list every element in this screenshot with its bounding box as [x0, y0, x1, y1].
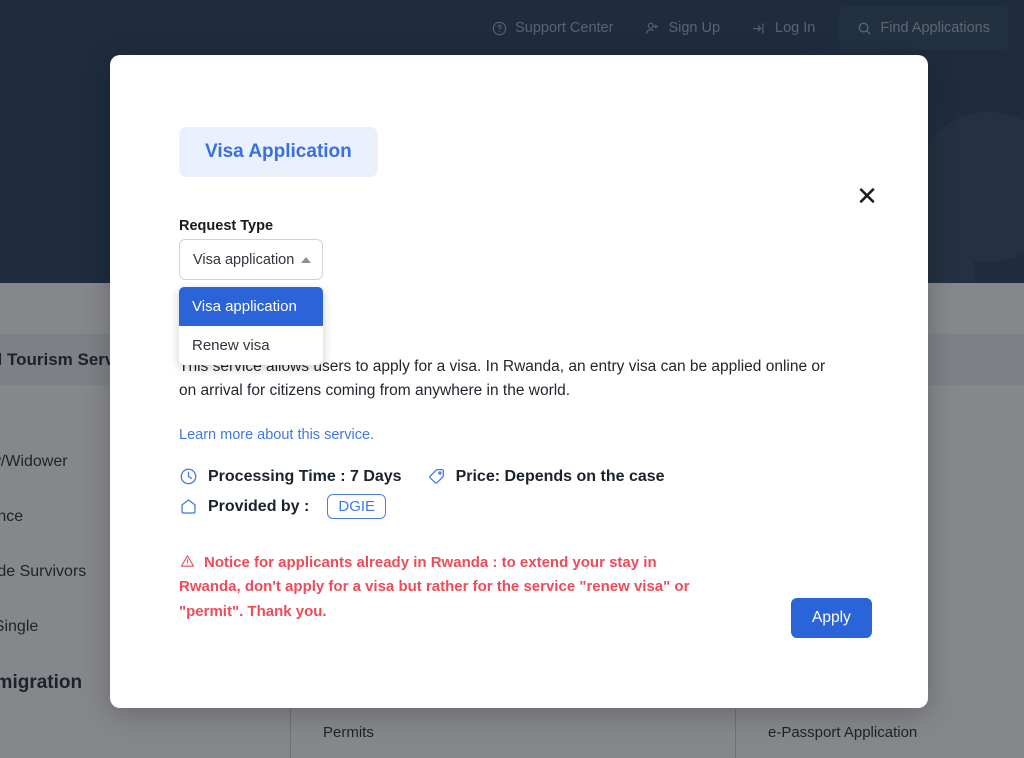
- request-type-label: Request Type: [179, 218, 273, 234]
- request-type-selected-value: Visa application: [193, 252, 294, 268]
- chevron-up-icon: [301, 257, 311, 263]
- clock-icon: [179, 467, 198, 486]
- home-icon: [179, 497, 198, 516]
- applicant-notice: Notice for applicants already in Rwanda …: [179, 551, 699, 624]
- applicant-notice-text: Notice for applicants already in Rwanda …: [179, 554, 689, 620]
- learn-more-link[interactable]: Learn more about this service.: [179, 427, 374, 443]
- modal-title-badge: Visa Application: [179, 127, 378, 177]
- close-icon[interactable]: ✕: [852, 181, 882, 211]
- visa-application-modal: Visa Application ✕ Request Type Visa app…: [110, 55, 928, 708]
- provider-badge[interactable]: DGIE: [327, 494, 386, 519]
- dropdown-option-renew-visa[interactable]: Renew visa: [179, 326, 323, 365]
- provided-by-label: Provided by :: [208, 498, 309, 516]
- meta-row-provider: Provided by : DGIE: [179, 494, 879, 519]
- page-root: / Support Center: [0, 0, 1024, 758]
- provided-by-item: Provided by : DGIE: [179, 494, 386, 519]
- price-text: Price: Depends on the case: [456, 468, 665, 486]
- apply-button[interactable]: Apply: [791, 598, 872, 638]
- meta-row-primary: Processing Time : 7 Days Price: Depends …: [179, 467, 879, 486]
- request-type-dropdown: Visa application Renew visa: [179, 287, 323, 365]
- service-meta: Processing Time : 7 Days Price: Depends …: [179, 467, 879, 527]
- processing-time-item: Processing Time : 7 Days: [179, 467, 402, 486]
- tag-icon: [427, 467, 446, 486]
- dropdown-option-visa-application[interactable]: Visa application: [179, 287, 323, 326]
- warning-triangle-icon: [179, 553, 196, 570]
- price-item: Price: Depends on the case: [427, 467, 665, 486]
- processing-time-text: Processing Time : 7 Days: [208, 468, 402, 486]
- request-type-select[interactable]: Visa application: [179, 239, 323, 280]
